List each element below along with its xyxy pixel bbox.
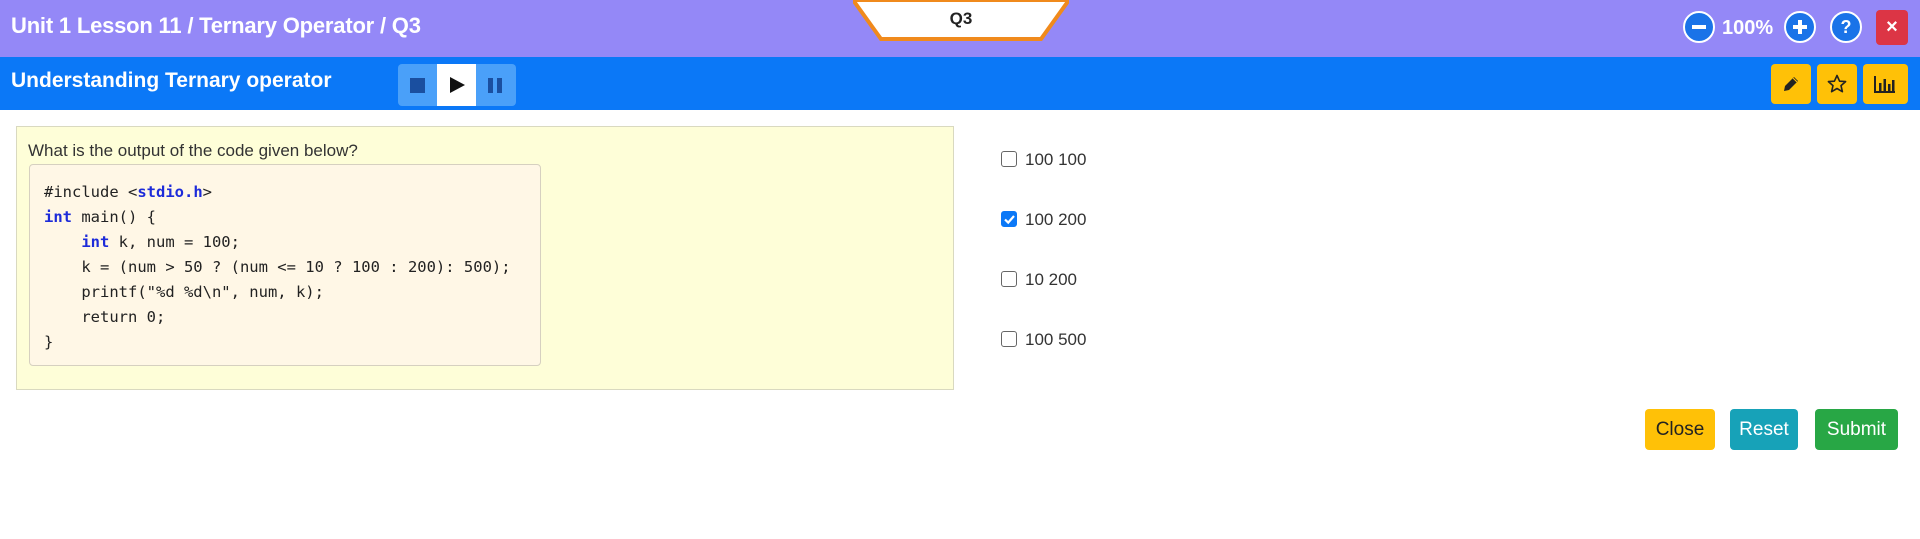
stop-icon bbox=[410, 78, 425, 93]
check-icon bbox=[1004, 215, 1015, 225]
submit-button[interactable]: Submit bbox=[1815, 409, 1898, 450]
media-controls bbox=[398, 64, 516, 106]
option-label: 10 200 bbox=[1025, 270, 1077, 289]
edit-button[interactable] bbox=[1771, 64, 1811, 104]
reset-button[interactable]: Reset bbox=[1730, 409, 1798, 450]
play-icon bbox=[450, 77, 465, 93]
close-button[interactable]: Close bbox=[1645, 409, 1715, 450]
option-checkbox[interactable] bbox=[1001, 151, 1017, 167]
plus-circle-icon bbox=[1793, 20, 1807, 34]
option-label: 100 100 bbox=[1025, 150, 1087, 169]
option-checkbox[interactable] bbox=[1001, 271, 1017, 287]
zoom-in-button[interactable] bbox=[1784, 11, 1816, 43]
question-panel: What is the output of the code given bel… bbox=[16, 126, 954, 390]
stats-button[interactable] bbox=[1863, 64, 1908, 104]
pause-icon bbox=[488, 78, 502, 93]
lesson-bar: Understanding Ternary operator bbox=[0, 57, 1920, 110]
lesson-title: Understanding Ternary operator bbox=[11, 69, 332, 92]
option-checkbox[interactable] bbox=[1001, 211, 1017, 227]
code-line: #include <stdio.h> bbox=[44, 183, 212, 201]
code-line: int k, num = 100; bbox=[81, 233, 240, 251]
code-line: } bbox=[44, 333, 54, 351]
stop-button[interactable] bbox=[398, 64, 437, 106]
option-label: 100 200 bbox=[1025, 210, 1087, 229]
code-line: return 0; bbox=[44, 308, 166, 326]
pause-button[interactable] bbox=[476, 64, 515, 106]
bar-chart-icon bbox=[1874, 76, 1895, 93]
zoom-level: 100% bbox=[1722, 17, 1774, 39]
question-text: What is the output of the code given bel… bbox=[28, 141, 358, 160]
code-block: #include <stdio.h> int main() { int k, n… bbox=[29, 164, 541, 366]
close-icon: × bbox=[1886, 16, 1898, 38]
question-tab[interactable]: Q3 bbox=[853, 0, 1069, 41]
minus-circle-icon bbox=[1692, 25, 1706, 29]
code-line: k = (num > 50 ? (num <= 10 ? 100 : 200):… bbox=[44, 258, 511, 276]
play-button[interactable] bbox=[437, 64, 476, 106]
favorite-button[interactable] bbox=[1817, 64, 1857, 104]
question-tab-label: Q3 bbox=[949, 9, 973, 28]
breadcrumb-title: Unit 1 Lesson 11 / Ternary Operator / Q3 bbox=[11, 13, 421, 38]
help-icon: ? bbox=[1840, 17, 1852, 37]
code-line: int main() { bbox=[44, 208, 156, 226]
close-window-button[interactable]: × bbox=[1876, 10, 1908, 45]
option-checkbox[interactable] bbox=[1001, 331, 1017, 347]
code-content: #include <stdio.h> int main() { int k, n… bbox=[44, 180, 540, 355]
help-button[interactable]: ? bbox=[1830, 11, 1862, 43]
pencil-icon bbox=[1784, 77, 1798, 91]
top-bar: Unit 1 Lesson 11 / Ternary Operator / Q3… bbox=[0, 0, 1920, 57]
zoom-out-button[interactable] bbox=[1683, 11, 1715, 43]
code-line: printf("%d %d\n", num, k); bbox=[44, 283, 324, 301]
star-icon bbox=[1827, 74, 1847, 93]
option-label: 100 500 bbox=[1025, 330, 1087, 349]
